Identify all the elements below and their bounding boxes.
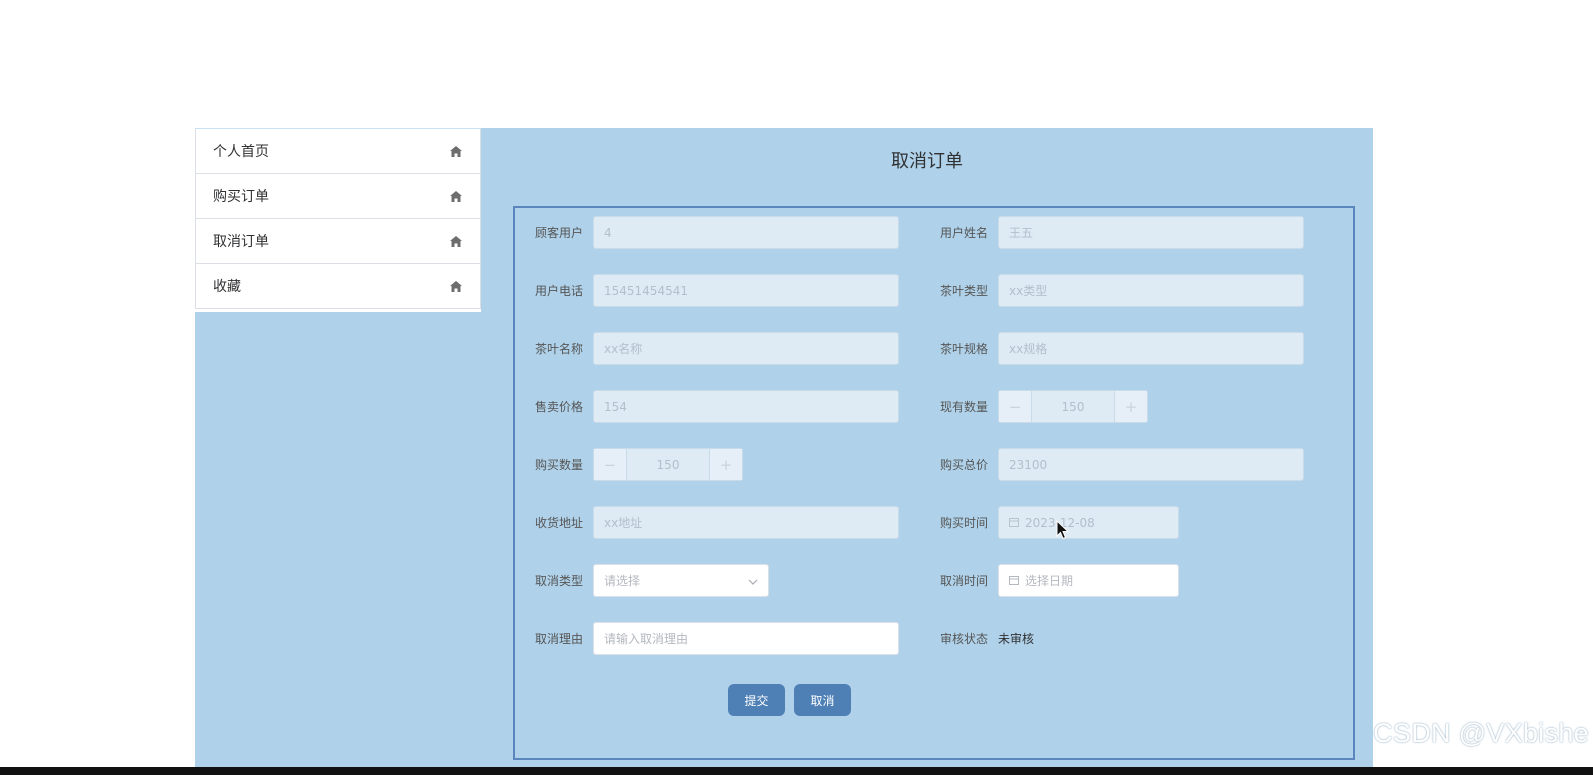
- review-status-label: 审核状态: [939, 632, 988, 646]
- calendar-icon: [1009, 574, 1019, 588]
- increment-button[interactable]: +: [709, 449, 742, 480]
- form-row-cancel-time: 取消时间 选择日期: [934, 564, 1179, 597]
- form-row-buy-total: 购买总价 23100: [934, 448, 1304, 481]
- tea-type-label: 茶叶类型: [939, 284, 988, 298]
- tea-spec-field[interactable]: xx规格: [998, 332, 1304, 365]
- stock-qty-label: 现有数量: [939, 400, 988, 414]
- chevron-down-icon: [748, 574, 758, 588]
- user-phone-label: 用户电话: [534, 284, 583, 298]
- form-row-cancel-type: 取消类型 请选择: [529, 564, 769, 597]
- form-row-review-status: 审核状态 未审核: [934, 622, 1034, 655]
- sidebar-item-label: 收藏: [213, 279, 241, 295]
- sidebar-item-favorites[interactable]: 收藏: [195, 263, 481, 309]
- cancel-reason-label: 取消理由: [534, 632, 583, 646]
- watermark: CSDN @VXbishe: [1373, 718, 1589, 748]
- cancel-type-placeholder: 请选择: [604, 574, 641, 588]
- main-panel: 取消订单 顾客用户 4 用户姓名 王五 用户电话 15451454541 茶叶类…: [481, 128, 1373, 775]
- cancel-time-placeholder: 选择日期: [1025, 574, 1074, 588]
- form-row-stock-qty: 现有数量 − 150 +: [934, 390, 1148, 423]
- stock-qty-stepper: − 150 +: [998, 390, 1148, 423]
- review-status-value: 未审核: [998, 632, 1035, 646]
- buy-time-label: 购买时间: [939, 516, 988, 530]
- user-phone-field[interactable]: 15451454541: [593, 274, 899, 307]
- user-name-field[interactable]: 王五: [998, 216, 1304, 249]
- decrement-button[interactable]: −: [999, 391, 1032, 422]
- cancel-order-form: 顾客用户 4 用户姓名 王五 用户电话 15451454541 茶叶类型 xx类…: [513, 206, 1355, 760]
- buy-qty-value[interactable]: 150: [627, 449, 709, 480]
- form-row-user-phone: 用户电话 15451454541: [529, 274, 899, 307]
- cancel-time-label: 取消时间: [939, 574, 988, 588]
- buy-qty-label: 购买数量: [534, 458, 583, 472]
- form-row-tea-spec: 茶叶规格 xx规格: [934, 332, 1304, 365]
- address-field[interactable]: xx地址: [593, 506, 899, 539]
- form-row-tea-type: 茶叶类型 xx类型: [934, 274, 1304, 307]
- calendar-icon: [1009, 516, 1019, 530]
- sale-price-field[interactable]: 154: [593, 390, 899, 423]
- tea-spec-label: 茶叶规格: [939, 342, 988, 356]
- cancel-time-date-picker[interactable]: 选择日期: [998, 564, 1179, 597]
- buy-total-label: 购买总价: [939, 458, 988, 472]
- decrement-button[interactable]: −: [594, 449, 627, 480]
- sidebar-menu: 个人首页 购买订单 取消订单 收藏: [195, 128, 481, 309]
- user-name-label: 用户姓名: [939, 226, 988, 240]
- form-row-customer-user: 顾客用户 4: [529, 216, 899, 249]
- tea-name-field[interactable]: xx名称: [593, 332, 899, 365]
- sidebar-item-home[interactable]: 个人首页: [195, 128, 481, 174]
- cancel-button[interactable]: 取消: [794, 684, 851, 716]
- form-row-tea-name: 茶叶名称 xx名称: [529, 332, 899, 365]
- cancel-type-select[interactable]: 请选择: [593, 564, 769, 597]
- home-icon: [450, 280, 462, 292]
- mouse-cursor-icon: [1056, 520, 1070, 540]
- buy-time-date-field[interactable]: 2023-12-08: [998, 506, 1179, 539]
- sidebar-item-label: 取消订单: [213, 234, 269, 250]
- sidebar-item-purchase-orders[interactable]: 购买订单: [195, 173, 481, 219]
- tea-type-field[interactable]: xx类型: [998, 274, 1304, 307]
- home-icon: [450, 235, 462, 247]
- sidebar-item-label: 购买订单: [213, 189, 269, 205]
- sidebar-item-cancel-orders[interactable]: 取消订单: [195, 218, 481, 264]
- bottom-bar: [0, 767, 1593, 775]
- buy-qty-stepper: − 150 +: [593, 448, 743, 481]
- tea-name-label: 茶叶名称: [534, 342, 583, 356]
- form-row-sale-price: 售卖价格 154: [529, 390, 899, 423]
- home-icon: [450, 190, 462, 202]
- page-title: 取消订单: [891, 151, 963, 172]
- stock-qty-value[interactable]: 150: [1032, 391, 1114, 422]
- cancel-reason-input[interactable]: 请输入取消理由: [593, 622, 899, 655]
- form-row-cancel-reason: 取消理由 请输入取消理由: [529, 622, 899, 655]
- submit-button[interactable]: 提交: [728, 684, 785, 716]
- address-label: 收货地址: [534, 516, 583, 530]
- form-row-buy-qty: 购买数量 − 150 +: [529, 448, 743, 481]
- form-row-user-name: 用户姓名 王五: [934, 216, 1304, 249]
- customer-user-field[interactable]: 4: [593, 216, 899, 249]
- sale-price-label: 售卖价格: [534, 400, 583, 414]
- cancel-type-label: 取消类型: [534, 574, 583, 588]
- buy-total-field[interactable]: 23100: [998, 448, 1304, 481]
- sidebar-bg: [195, 312, 481, 775]
- form-actions: 提交 取消: [728, 684, 851, 716]
- increment-button[interactable]: +: [1114, 391, 1147, 422]
- customer-user-label: 顾客用户: [534, 226, 583, 240]
- form-row-address: 收货地址 xx地址: [529, 506, 899, 539]
- home-icon: [450, 145, 462, 157]
- sidebar-item-label: 个人首页: [213, 144, 269, 160]
